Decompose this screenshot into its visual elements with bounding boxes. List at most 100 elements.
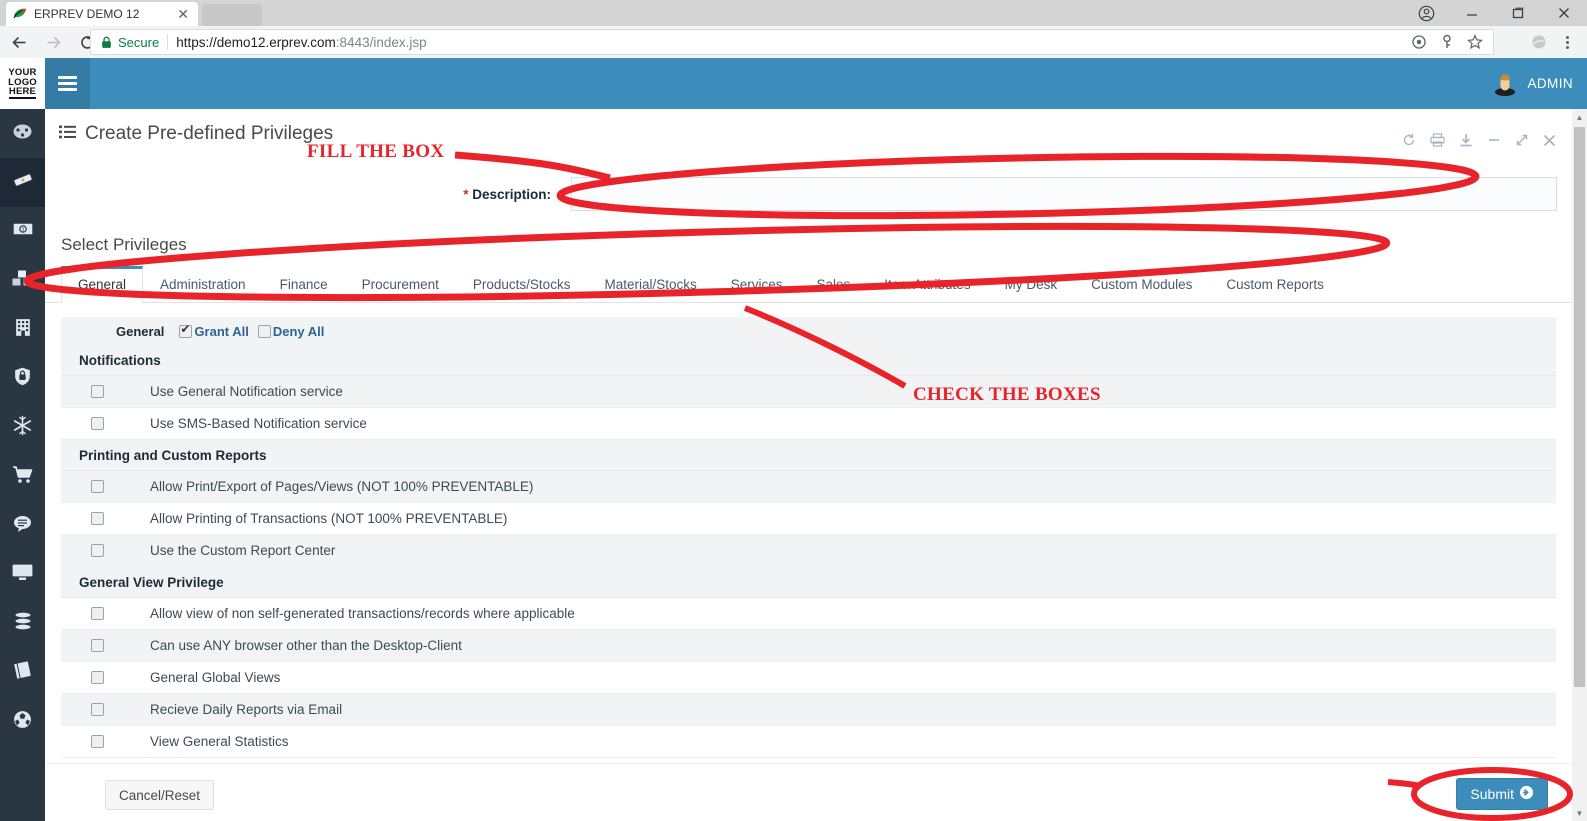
hamburger-icon[interactable] [45,58,90,109]
expand-icon[interactable] [1515,133,1529,147]
description-input[interactable] [571,177,1557,211]
sidebar-item-dashboard[interactable] [0,109,45,158]
sidebar-item-database[interactable] [0,599,45,648]
deny-all-box[interactable] [257,324,271,338]
window-minimize-button[interactable] [1449,0,1495,26]
bookmark-star-icon[interactable] [1467,34,1483,50]
privilege-row[interactable]: Can use ANY browser other than the Deskt… [61,630,1556,662]
privilege-checkbox-cell[interactable] [61,671,134,684]
privilege-row[interactable]: Use General Notification service [61,376,1556,408]
cancel-reset-button[interactable]: Cancel/Reset [105,780,215,810]
scroll-down-arrow[interactable]: ▼ [1572,805,1587,821]
privilege-checkbox-cell[interactable] [61,480,134,493]
minimize-icon[interactable] [1487,133,1501,147]
location-target-icon[interactable] [1411,34,1427,50]
window-close-button[interactable] [1541,0,1587,26]
tab-administration[interactable]: Administration [143,266,263,303]
tab-services[interactable]: Services [714,266,800,303]
user-name-label: ADMIN [1527,76,1573,91]
forward-icon[interactable] [38,27,68,57]
tab-custom-modules[interactable]: Custom Modules [1074,266,1209,303]
tab-procurement[interactable]: Procurement [345,266,456,303]
submit-button[interactable]: Submit [1456,778,1548,810]
user-profile-icon[interactable] [1403,0,1449,26]
tab-general[interactable]: General [61,266,144,303]
sidebar-item-products[interactable] [0,256,45,305]
panel: Create Pre-defined Privileges * Descript… [45,109,1572,821]
privilege-checkbox-cell[interactable] [61,385,134,398]
privilege-checkbox[interactable] [91,544,104,557]
sidebar-item-tickets[interactable] [0,158,45,207]
monitor-icon [11,563,34,586]
grant-all-checkbox[interactable]: Grant All [179,323,249,339]
privilege-checkbox-cell[interactable] [61,417,134,430]
refresh-icon[interactable] [1402,133,1416,147]
sidebar-item-cold-chain[interactable] [0,403,45,452]
privilege-checkbox[interactable] [91,417,104,430]
privilege-checkbox-cell[interactable] [61,735,134,748]
privilege-checkbox-cell[interactable] [61,607,134,620]
privilege-checkbox[interactable] [91,607,104,620]
privilege-row[interactable]: Allow view of non self-generated transac… [61,598,1556,630]
privilege-checkbox-cell[interactable] [61,639,134,652]
privilege-checkbox[interactable] [91,512,104,525]
window-maximize-button[interactable] [1495,0,1541,26]
privilege-checkbox[interactable] [91,703,104,716]
privilege-row[interactable]: General Global Views [61,662,1556,694]
tab-sales[interactable]: Sales [800,266,868,303]
logo[interactable]: YOUR LOGO HERE [0,58,45,109]
privilege-checkbox[interactable] [91,385,104,398]
tab-products-stocks[interactable]: Products/Stocks [456,266,588,303]
tab-close-icon[interactable]: ✕ [174,7,192,21]
sidebar-item-global[interactable] [0,697,45,746]
sidebar-item-finance[interactable]: 1 [0,207,45,256]
sidebar-item-services[interactable] [0,501,45,550]
privilege-checkbox-cell[interactable] [61,544,134,557]
book-icon [12,660,33,685]
tab-item-attributes[interactable]: Item Attributes [867,266,987,303]
privilege-checkbox[interactable] [91,480,104,493]
back-icon[interactable] [4,27,34,57]
print-icon[interactable] [1430,133,1445,147]
privilege-checkbox-cell[interactable] [61,703,134,716]
close-icon[interactable] [1543,134,1556,147]
description-label-text: Description: [472,186,551,202]
address-bar[interactable]: Secure https://demo12.erprev.com:8443/in… [90,29,1494,55]
deny-all-checkbox[interactable]: Deny All [257,324,324,339]
speedometer-icon [12,121,33,147]
grant-all-box[interactable] [179,323,193,338]
download-icon[interactable] [1459,133,1473,147]
privilege-checkbox[interactable] [91,735,104,748]
privilege-checkbox[interactable] [91,671,104,684]
privilege-row[interactable]: Allow Printing of Transactions (NOT 100%… [61,503,1556,535]
user-menu[interactable]: ADMIN [1492,71,1587,97]
browser-tab[interactable]: ERPREV DEMO 12 ✕ [6,2,198,26]
sidebar-item-security[interactable] [0,354,45,403]
new-tab-button[interactable] [202,4,262,26]
grant-all-label: Grant All [194,323,249,339]
tab-finance[interactable]: Finance [263,266,345,303]
scroll-up-arrow[interactable]: ▲ [1572,109,1587,125]
privilege-row[interactable]: Use SMS-Based Notification service [61,408,1556,440]
extension-globe-icon[interactable] [1530,33,1549,57]
key-icon[interactable] [1439,34,1455,50]
sidebar-item-my-desk[interactable] [0,550,45,599]
tab-my-desk[interactable]: My Desk [988,266,1075,303]
privilege-row[interactable]: Use the Custom Report Center [61,535,1556,567]
sidebar-item-company[interactable] [0,305,45,354]
privilege-checkbox-cell[interactable] [61,512,134,525]
omnibox-divider [167,34,169,50]
page-scrollbar[interactable]: ▲ ▼ [1572,109,1587,821]
privilege-row[interactable]: Allow Print/Export of Pages/Views (NOT 1… [61,471,1556,503]
sidebar-item-sales[interactable] [0,452,45,501]
privilege-label: Use the Custom Report Center [150,543,336,558]
chrome-menu-icon[interactable] [1557,31,1577,53]
tab-custom-reports[interactable]: Custom Reports [1209,266,1341,303]
privilege-row[interactable]: View General Statistics [61,726,1556,758]
content-area: Create Pre-defined Privileges * Descript… [45,109,1587,821]
privilege-row[interactable]: Recieve Daily Reports via Email [61,694,1556,726]
privilege-checkbox[interactable] [91,639,104,652]
scrollbar-thumb[interactable] [1574,127,1585,687]
tab-material-stocks[interactable]: Material/Stocks [587,266,713,303]
sidebar-item-reports[interactable] [0,648,45,697]
